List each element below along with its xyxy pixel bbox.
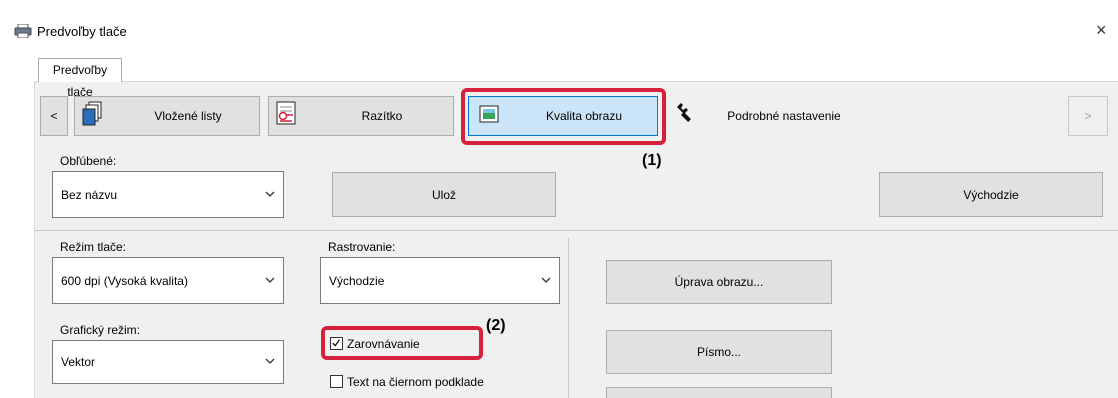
print-mode-value: 600 dpi (Vysoká kvalita) bbox=[61, 273, 188, 288]
image-adjust-button[interactable]: Úprava obrazu... bbox=[606, 260, 832, 304]
title-bar bbox=[0, 0, 1118, 40]
toolbar-item-inserted-sheets[interactable]: Vložené listy bbox=[74, 96, 260, 136]
toolbar-item-stamp[interactable]: Razítko bbox=[268, 96, 454, 136]
font-button[interactable]: Písmo... bbox=[606, 330, 832, 374]
dithering-label: Rastrovanie: bbox=[328, 240, 396, 254]
print-mode-dropdown[interactable]: 600 dpi (Vysoká kvalita) bbox=[52, 257, 284, 304]
highlight-smoothing bbox=[321, 326, 483, 360]
print-mode-label: Režim tlače: bbox=[60, 240, 127, 254]
chevron-down-icon bbox=[265, 277, 275, 283]
chevron-down-icon bbox=[265, 358, 275, 364]
callout-2: (2) bbox=[486, 317, 506, 334]
column-divider bbox=[568, 238, 569, 398]
toolbar-item-detailed-settings[interactable]: Podrobné nastavenie bbox=[666, 96, 862, 136]
printer-icon bbox=[14, 24, 32, 38]
scroll-right-button[interactable]: > bbox=[1068, 96, 1108, 136]
stamp-icon bbox=[276, 101, 296, 125]
section-divider bbox=[34, 230, 1118, 231]
toolbar-item-label: Podrobné nastavenie bbox=[727, 109, 841, 123]
graphics-mode-value: Vektor bbox=[61, 355, 96, 369]
wrench-icon bbox=[677, 103, 691, 122]
favorites-label: Obľúbené: bbox=[60, 154, 117, 168]
inserted-sheets-icon bbox=[82, 101, 102, 126]
text-black-bg-checkbox[interactable] bbox=[330, 375, 343, 388]
window-title: Predvoľby tlače bbox=[37, 24, 127, 39]
toolbar-item-label: Vložené listy bbox=[154, 109, 222, 123]
default-button[interactable]: Východzie bbox=[879, 172, 1103, 217]
dithering-dropdown[interactable]: Východzie bbox=[320, 257, 560, 304]
dithering-value: Východzie bbox=[329, 273, 385, 288]
toolbar-item-label: Razítko bbox=[361, 109, 403, 123]
partial-button[interactable] bbox=[606, 387, 832, 398]
text-black-bg-label: Text na čiernom podklade bbox=[347, 375, 484, 389]
save-button[interactable]: Ulož bbox=[332, 172, 556, 217]
highlight-image-quality bbox=[461, 88, 666, 145]
graphics-mode-label: Grafický režim: bbox=[60, 323, 141, 337]
favorites-dropdown[interactable]: Bez názvu bbox=[52, 171, 284, 218]
close-button[interactable]: × bbox=[1096, 20, 1107, 41]
chevron-down-icon bbox=[265, 191, 275, 197]
favorites-value: Bez názvu bbox=[61, 187, 118, 202]
scroll-left-button[interactable]: < bbox=[40, 96, 68, 136]
callout-1: (1) bbox=[642, 152, 662, 169]
graphics-mode-dropdown[interactable]: Vektor bbox=[52, 340, 284, 384]
chevron-down-icon bbox=[541, 277, 551, 283]
tab-print-preferences[interactable]: Predvoľby tlače bbox=[38, 58, 122, 99]
